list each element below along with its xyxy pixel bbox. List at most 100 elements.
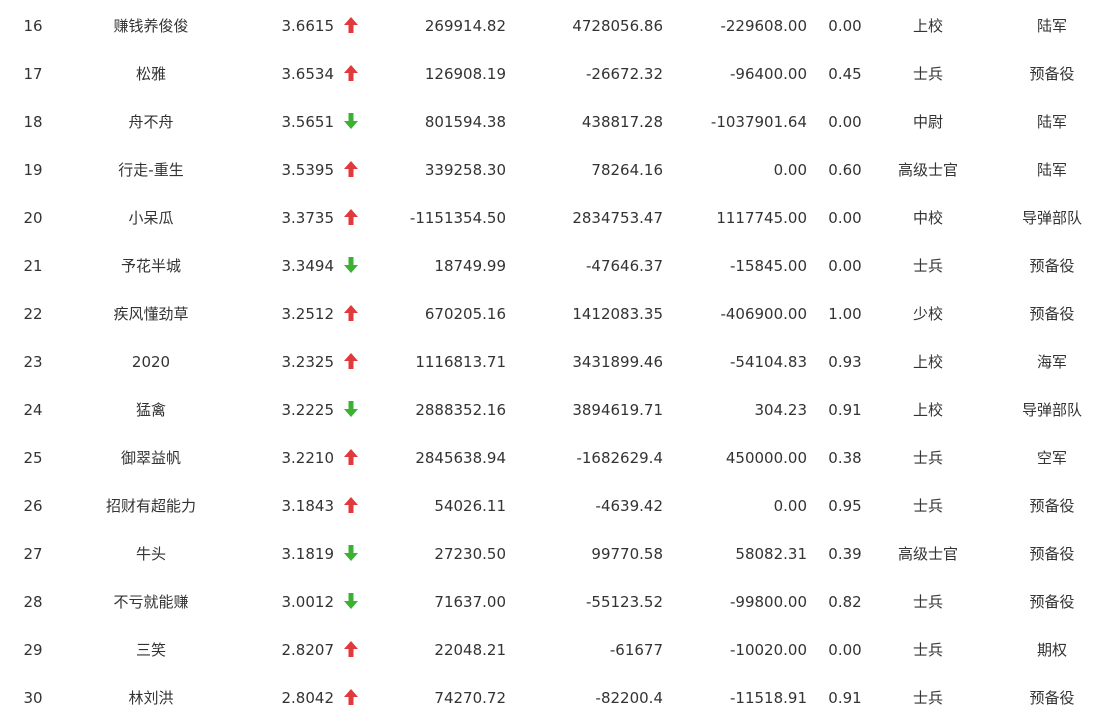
ranking-table: 16 赚钱养俊俊 3.6615 269914.82 4728056.86 -229608.…: [0, 0, 1100, 722]
value-1-cell: 670205.16: [424, 305, 506, 323]
arrow-up-icon: [342, 482, 360, 530]
rank-cell: 18: [23, 113, 43, 131]
value-1-cell: 2888352.16: [415, 401, 506, 419]
military-rank-cell: 士兵: [912, 497, 943, 515]
ratio-cell: 0.93: [828, 353, 862, 371]
score-cell: 3.2225: [281, 401, 335, 419]
value-2-cell: 4728056.86: [572, 17, 663, 35]
table-row[interactable]: 26 招财有超能力 3.1843 54026.11 -4639.42 0.00 0.95 士兵…: [0, 482, 1100, 530]
ratio-cell: 0.00: [828, 641, 862, 659]
value-3-cell: 0.00: [773, 497, 807, 515]
table-row[interactable]: 21 予花半城 3.3494 18749.99 -47646.37 -15845.00 0.…: [0, 242, 1100, 290]
ratio-cell: 1.00: [828, 305, 862, 323]
value-3-cell: -96400.00: [730, 65, 807, 83]
value-2-cell: 3894619.71: [572, 401, 663, 419]
ratio-cell: 0.82: [828, 593, 862, 611]
value-1-cell: 1116813.71: [415, 353, 506, 371]
value-2-cell: -1682629.4: [576, 449, 663, 467]
rank-cell: 28: [23, 593, 43, 611]
branch-cell: 陆军: [1036, 17, 1067, 35]
value-1-cell: 71637.00: [434, 593, 506, 611]
military-rank-cell: 少校: [912, 305, 943, 323]
ratio-cell: 0.00: [828, 209, 862, 227]
military-rank-cell: 上校: [912, 401, 943, 419]
value-1-cell: 126908.19: [424, 65, 506, 83]
value-3-cell: -11518.91: [730, 689, 807, 707]
trader-name: 舟不舟: [128, 113, 174, 131]
value-3-cell: 0.00: [773, 161, 807, 179]
rank-cell: 24: [23, 401, 43, 419]
value-2-cell: -4639.42: [595, 497, 663, 515]
value-2-cell: 99770.58: [591, 545, 663, 563]
value-1-cell: 27230.50: [434, 545, 506, 563]
score-cell: 2.8207: [281, 641, 335, 659]
score-cell: 3.3494: [281, 257, 335, 275]
ratio-cell: 0.95: [828, 497, 862, 515]
value-1-cell: 339258.30: [424, 161, 506, 179]
value-3-cell: -10020.00: [730, 641, 807, 659]
table-row[interactable]: 18 舟不舟 3.5651 801594.38 438817.28 -1037901.64…: [0, 98, 1100, 146]
value-2-cell: 78264.16: [591, 161, 663, 179]
arrow-down-icon: [342, 530, 360, 578]
table-row[interactable]: 24 猛禽 3.2225 2888352.16 3894619.71 304.23 0.91…: [0, 386, 1100, 434]
table-row[interactable]: 17 松雅 3.6534 126908.19 -26672.32 -96400.00 0.4…: [0, 50, 1100, 98]
branch-cell: 预备役: [1029, 65, 1075, 83]
value-2-cell: 3431899.46: [572, 353, 663, 371]
table-row[interactable]: 16 赚钱养俊俊 3.6615 269914.82 4728056.86 -229608.…: [0, 2, 1100, 50]
trader-name: 2020: [131, 353, 171, 371]
value-2-cell: -61677: [609, 641, 663, 659]
military-rank-cell: 上校: [912, 17, 943, 35]
table-row[interactable]: 20 小呆瓜 3.3735 -1151354.50 2834753.47 1117745.…: [0, 194, 1100, 242]
score-cell: 3.1843: [281, 497, 335, 515]
branch-cell: 预备役: [1029, 689, 1075, 707]
rank-cell: 21: [23, 257, 43, 275]
ratio-cell: 0.91: [828, 689, 862, 707]
arrow-up-icon: [342, 626, 360, 674]
military-rank-cell: 士兵: [912, 65, 943, 83]
table-row[interactable]: 27 牛头 3.1819 27230.50 99770.58 58082.31 0.39 高级…: [0, 530, 1100, 578]
branch-cell: 预备役: [1029, 305, 1075, 323]
military-rank-cell: 高级士官: [897, 161, 958, 179]
table-row[interactable]: 25 御翠益帆 3.2210 2845638.94 -1682629.4 450000.0…: [0, 434, 1100, 482]
table-row[interactable]: 28 不亏就能赚 3.0012 71637.00 -55123.52 -99800.00 0…: [0, 578, 1100, 626]
value-1-cell: 54026.11: [434, 497, 506, 515]
rank-cell: 30: [23, 689, 43, 707]
table-row[interactable]: 22 疾风懂劲草 3.2512 670205.16 1412083.35 -406900.…: [0, 290, 1100, 338]
military-rank-cell: 上校: [912, 353, 943, 371]
table-row[interactable]: 30 林刘洪 2.8042 74270.72 -82200.4 -11518.91 0.91…: [0, 674, 1100, 722]
trader-name: 赚钱养俊俊: [113, 17, 189, 35]
arrow-down-icon: [342, 386, 360, 434]
trader-name: 三笑: [135, 641, 166, 659]
military-rank-cell: 士兵: [912, 593, 943, 611]
branch-cell: 海军: [1036, 353, 1067, 371]
value-1-cell: 18749.99: [434, 257, 506, 275]
ratio-cell: 0.91: [828, 401, 862, 419]
trader-name: 林刘洪: [128, 689, 174, 707]
arrow-down-icon: [342, 578, 360, 626]
table-row[interactable]: 23 2020 3.2325 1116813.71 3431899.46 -54104.8…: [0, 338, 1100, 386]
branch-cell: 期权: [1036, 641, 1067, 659]
military-rank-cell: 士兵: [912, 257, 943, 275]
ratio-cell: 0.60: [828, 161, 862, 179]
arrow-up-icon: [342, 434, 360, 482]
value-3-cell: 450000.00: [725, 449, 807, 467]
rank-cell: 23: [23, 353, 43, 371]
military-rank-cell: 高级士官: [897, 545, 958, 563]
trader-name: 猛禽: [135, 401, 166, 419]
table-row[interactable]: 19 行走-重生 3.5395 339258.30 78264.16 0.00 0.60 高级…: [0, 146, 1100, 194]
military-rank-cell: 士兵: [912, 449, 943, 467]
arrow-up-icon: [342, 674, 360, 722]
score-cell: 3.2210: [281, 449, 335, 467]
trader-name: 不亏就能赚: [113, 593, 189, 611]
value-3-cell: -99800.00: [730, 593, 807, 611]
value-1-cell: -1151354.50: [409, 209, 506, 227]
trader-name: 行走-重生: [118, 161, 184, 179]
ratio-cell: 0.39: [828, 545, 862, 563]
arrow-up-icon: [342, 2, 360, 50]
value-3-cell: -1037901.64: [710, 113, 807, 131]
branch-cell: 陆军: [1036, 113, 1067, 131]
value-2-cell: -55123.52: [586, 593, 663, 611]
table-row[interactable]: 29 三笑 2.8207 22048.21 -61677 -10020.00 0.00 士兵 期…: [0, 626, 1100, 674]
score-cell: 3.0012: [281, 593, 335, 611]
arrow-up-icon: [342, 290, 360, 338]
